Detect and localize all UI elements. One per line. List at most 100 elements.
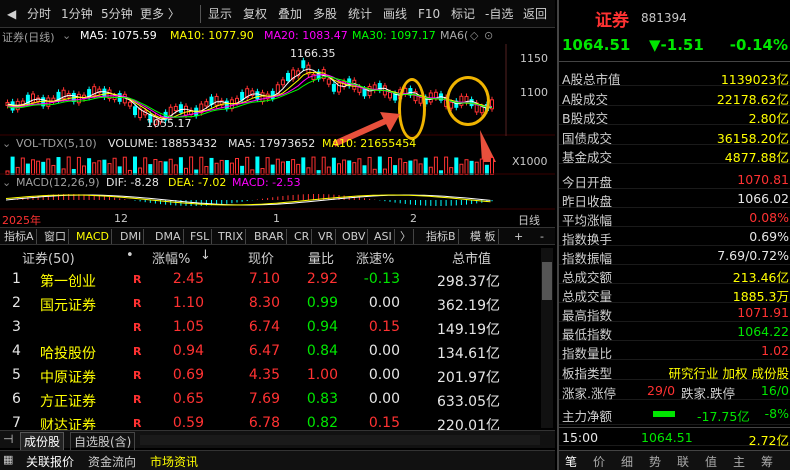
overlay-button[interactable]: 叠加 <box>275 5 305 23</box>
volume-bar <box>408 160 413 175</box>
right-tab[interactable]: 筹 <box>761 453 773 470</box>
zoom-in-button[interactable]: + <box>512 229 525 244</box>
cell-speed: 0.15 <box>368 415 400 431</box>
more-periods-button[interactable]: 更多 〉 <box>137 5 183 23</box>
cell-cap: 201.97亿 <box>437 370 500 386</box>
tab-constituents[interactable]: 成份股 <box>20 432 65 451</box>
right-tab[interactable]: 笔 <box>565 453 577 470</box>
tab-cr[interactable]: CR <box>292 229 313 244</box>
tab-indicator-a[interactable]: 指标A <box>2 229 37 244</box>
col-header-market-cap[interactable]: 总市值 <box>452 248 491 267</box>
right-tab[interactable]: 势 <box>649 453 661 470</box>
tab-template[interactable]: 模 板 <box>468 229 499 244</box>
right-tab[interactable]: 细 <box>621 453 633 470</box>
tab-dma[interactable]: DMA <box>153 229 184 244</box>
right-tab[interactable]: 联 <box>677 453 689 470</box>
tab-related-quotes[interactable]: 关联报价 <box>26 453 74 470</box>
return-button[interactable]: 返回 <box>520 5 550 23</box>
volume-bar <box>66 156 71 175</box>
chevron-down-icon[interactable]: ⌄ <box>62 29 71 42</box>
scrollbar-thumb[interactable] <box>542 262 552 300</box>
tab-obv[interactable]: OBV <box>340 229 369 244</box>
market-stat-row: 国债成交 36158.20亿 <box>559 126 790 146</box>
col-header-speed[interactable]: 涨速% <box>356 248 394 267</box>
right-tab[interactable]: 价 <box>593 453 605 470</box>
tab-1min[interactable]: 1分钟 <box>58 5 96 23</box>
display-button[interactable]: 显示 <box>205 5 235 23</box>
right-tab[interactable]: 主 <box>733 453 745 470</box>
table-row[interactable]: 2 国元证券 R 1.10 8.30 0.99 0.00 362.19亿 <box>0 292 540 316</box>
time-axis: 2025年 12 1 2 日线 <box>0 210 555 227</box>
sort-down-arrow-icon[interactable]: ↓ <box>200 248 211 263</box>
tab-window[interactable]: 窗口 <box>42 229 69 244</box>
table-row[interactable]: 5 中原证券 R 0.69 4.35 1.00 0.00 201.97亿 <box>0 364 540 388</box>
cell-idx: 1 <box>12 271 21 287</box>
volume-bar <box>311 156 316 175</box>
col-header-volume-ratio[interactable]: 量比 <box>308 248 334 267</box>
candle <box>362 88 367 97</box>
stat-value: 1071.91 <box>737 305 789 320</box>
volume-bar <box>87 158 92 175</box>
index-stat-row: 平均涨幅 0.08% <box>559 208 790 228</box>
highlight-ellipse-2 <box>446 76 490 126</box>
tab-indicator-b[interactable]: 指标B <box>424 229 459 244</box>
back-arrow-icon[interactable]: ◀ <box>4 5 19 23</box>
f10-button[interactable]: F10 <box>415 5 443 23</box>
settings-diamond-icon[interactable]: ◇ <box>470 29 478 42</box>
tab-fsl[interactable]: FSL <box>188 229 213 244</box>
tab-asi[interactable]: ASI <box>372 229 395 244</box>
table-row[interactable]: 1 第一创业 R 2.45 7.10 2.92 -0.13 298.37亿 <box>0 268 540 292</box>
tab-trix[interactable]: TRIX <box>216 229 247 244</box>
net-flow-bar <box>653 411 675 417</box>
tab-macd[interactable]: MACD <box>74 229 112 244</box>
tab-5min[interactable]: 5分钟 <box>98 5 136 23</box>
tab-vr[interactable]: VR <box>316 229 337 244</box>
col-header-name[interactable]: 证券(50) <box>22 248 75 267</box>
axis-month-2: 2 <box>410 212 417 225</box>
tab-market-news[interactable]: 市场资讯 <box>150 453 198 470</box>
macd-indicator-name: MACD(12,26,9) <box>16 176 100 189</box>
multi-stock-button[interactable]: 多股 <box>310 5 340 23</box>
tab-scroll-right[interactable]: 〉 <box>398 229 414 244</box>
volume-bar <box>133 156 137 175</box>
candle <box>184 105 188 116</box>
col-header-price[interactable]: 现价 <box>248 248 274 267</box>
tab-fund-flow[interactable]: 资金流向 <box>88 453 136 470</box>
mark-button[interactable]: 标记 <box>448 5 478 23</box>
tab-watchlist[interactable]: 自选股(含) <box>70 432 136 451</box>
cell-price: 7.10 <box>248 271 280 287</box>
volume-chart[interactable]: X1000 <box>0 151 555 175</box>
adjust-button[interactable]: 复权 <box>240 5 270 23</box>
zoom-out-button[interactable]: - <box>538 229 546 244</box>
high-marker-label: 1166.35 <box>290 47 336 60</box>
right-tab[interactable]: 值 <box>705 453 717 470</box>
watchlist-button[interactable]: -自选 <box>482 5 516 23</box>
table-row[interactable]: 3 R 1.05 6.74 0.94 0.15 149.19亿 <box>0 316 540 340</box>
tab-brar[interactable]: BRAR <box>252 229 287 244</box>
col-header-change[interactable]: 涨幅% <box>152 248 190 267</box>
chevron-down-icon[interactable]: ⌄ <box>2 176 11 189</box>
tab-dmi[interactable]: DMI <box>118 229 145 244</box>
grid-icon[interactable]: ▦ <box>3 453 13 466</box>
cell-name: 方正证券 <box>40 394 96 410</box>
volume-bar <box>173 164 178 175</box>
volume-bar <box>479 158 484 175</box>
table-row[interactable]: 4 哈投股份 R 0.94 6.47 0.84 0.00 134.61亿 <box>0 340 540 364</box>
expand-icon[interactable]: ⊙ <box>484 29 493 42</box>
table-row[interactable]: 6 方正证券 R 0.65 7.69 0.83 0.00 633.05亿 <box>0 388 540 412</box>
statistics-button[interactable]: 统计 <box>345 5 375 23</box>
cell-price: 6.78 <box>248 415 280 431</box>
collapse-icon[interactable]: ⊣ <box>3 432 13 446</box>
volume-bar <box>469 160 474 175</box>
volume-bar <box>189 156 194 175</box>
cell-change: 0.69 <box>172 367 204 383</box>
volume-bar <box>56 157 61 175</box>
macd-chart[interactable] <box>0 190 555 210</box>
horizontal-scrollbar[interactable] <box>140 435 540 445</box>
stat-value: 1139023亿 <box>720 72 789 87</box>
draw-line-button[interactable]: 画线 <box>380 5 410 23</box>
volume-bar <box>454 157 459 175</box>
axis-year-label: 2025年 <box>2 214 41 227</box>
chevron-down-icon[interactable]: ⌄ <box>2 137 11 150</box>
tab-intraday[interactable]: 分时 <box>24 5 54 23</box>
